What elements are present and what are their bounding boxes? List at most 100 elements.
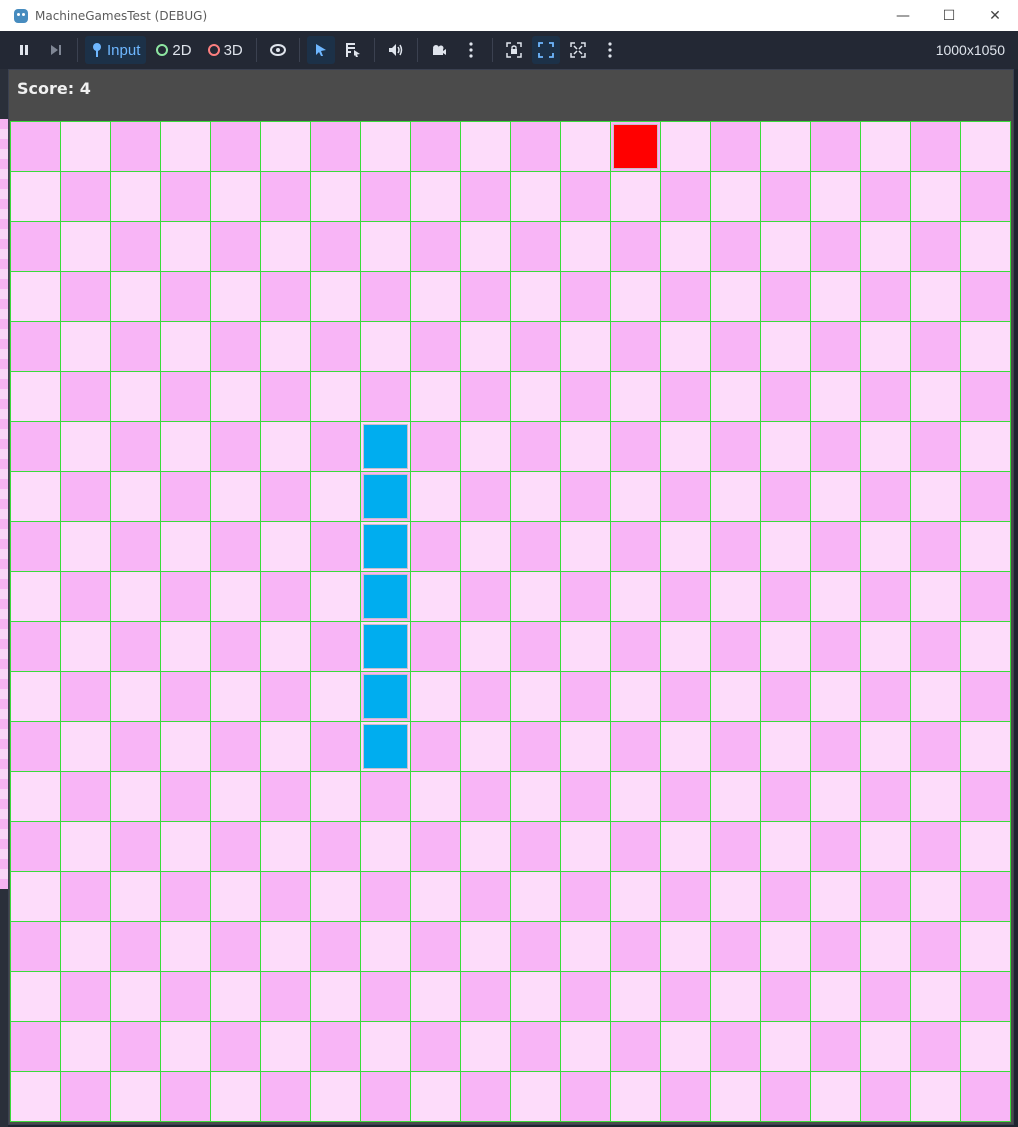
next-frame-button[interactable] — [42, 36, 70, 64]
grid-cell — [861, 372, 910, 421]
grid-cell — [211, 822, 260, 871]
grid-cell — [661, 972, 710, 1021]
grid-cell — [161, 872, 210, 921]
grid-cell — [711, 622, 760, 671]
grid-cell — [861, 522, 910, 571]
speaker-icon — [388, 44, 402, 56]
grid-cell — [11, 572, 60, 621]
mode-3d-button[interactable]: 3D — [202, 36, 249, 64]
grid-cell — [911, 522, 960, 571]
input-toggle-button[interactable]: Input — [85, 36, 147, 64]
list-select-icon — [345, 43, 360, 57]
grid-cell — [861, 972, 910, 1021]
grid-cell — [961, 872, 1010, 921]
grid-cell — [261, 722, 310, 771]
grid-cell — [461, 572, 510, 621]
grid-cell — [311, 872, 360, 921]
grid-cell — [161, 372, 210, 421]
lock-frame-icon — [506, 42, 522, 58]
grid-cell — [911, 922, 960, 971]
grid-cell — [861, 422, 910, 471]
visibility-button[interactable] — [264, 36, 292, 64]
embed-lock-button[interactable] — [500, 36, 528, 64]
grid-cell — [711, 722, 760, 771]
grid-cell — [911, 1022, 960, 1071]
grid-cell — [461, 872, 510, 921]
grid-cell — [911, 822, 960, 871]
grid-cell — [661, 122, 710, 171]
eye-icon — [269, 44, 286, 56]
grid-cell — [311, 922, 360, 971]
grid-cell — [11, 922, 60, 971]
food-block — [613, 124, 658, 169]
grid-cell — [811, 1072, 860, 1121]
grid-cell — [61, 622, 110, 671]
grid-cell — [411, 822, 460, 871]
grid-cell — [11, 272, 60, 321]
snake-head — [363, 424, 408, 469]
grid-cell — [861, 572, 910, 621]
grid-cell — [261, 972, 310, 1021]
grid-cell — [711, 272, 760, 321]
grid-cell — [861, 722, 910, 771]
grid-cell — [761, 322, 810, 371]
grid-cell — [711, 322, 760, 371]
grid-cell — [311, 772, 360, 821]
close-button[interactable]: ✕ — [972, 0, 1018, 31]
grid-cell — [711, 922, 760, 971]
grid-cell — [111, 422, 160, 471]
grid-cell — [511, 172, 560, 221]
minimize-button[interactable]: — — [880, 0, 926, 31]
grid-cell — [61, 372, 110, 421]
grid-cell — [311, 822, 360, 871]
grid-cell — [711, 122, 760, 171]
grid-cell — [161, 822, 210, 871]
grid-cell — [411, 872, 460, 921]
grid-cell — [661, 872, 710, 921]
grid-cell — [961, 522, 1010, 571]
grid-cell — [561, 722, 610, 771]
list-select-button[interactable] — [339, 36, 367, 64]
grid-cell — [261, 772, 310, 821]
grid-cell — [361, 1022, 410, 1071]
grid-cell — [311, 272, 360, 321]
toolbar-separator — [298, 38, 300, 62]
joystick-icon — [93, 43, 101, 57]
stretch-button[interactable] — [531, 36, 560, 64]
grid-cell — [11, 222, 60, 271]
camera-override-button[interactable] — [425, 36, 453, 64]
grid-cell — [511, 1022, 560, 1071]
grid-cell — [161, 672, 210, 721]
camera-options-button[interactable] — [457, 36, 485, 64]
grid-cell — [211, 622, 260, 671]
grid-cell — [911, 222, 960, 271]
grid-cell — [161, 722, 210, 771]
grid-cell — [661, 222, 710, 271]
grid-cell — [61, 772, 110, 821]
game-board[interactable] — [10, 121, 1011, 1122]
audio-button[interactable] — [382, 36, 410, 64]
grid-cell — [911, 1072, 960, 1121]
grid-cell — [61, 822, 110, 871]
select-tool-button[interactable] — [306, 36, 335, 64]
grid-cell — [761, 972, 810, 1021]
pause-button[interactable] — [10, 36, 38, 64]
grid-cell — [761, 622, 810, 671]
grid-cell — [611, 422, 660, 471]
mode-2d-button[interactable]: 2D — [150, 36, 197, 64]
fullscreen-button[interactable] — [564, 36, 592, 64]
grid-cell — [161, 572, 210, 621]
grid-cell — [111, 772, 160, 821]
grid-cell — [961, 572, 1010, 621]
grid-cell — [61, 1072, 110, 1121]
grid-cell — [611, 972, 660, 1021]
grid-cell — [861, 1022, 910, 1071]
embed-options-button[interactable] — [596, 36, 624, 64]
grid-cell — [861, 322, 910, 371]
grid-cell — [561, 872, 610, 921]
grid-cell — [911, 772, 960, 821]
grid-cell — [461, 122, 510, 171]
grid-cell — [861, 922, 910, 971]
grid-cell — [211, 572, 260, 621]
maximize-button[interactable]: ☐ — [926, 0, 972, 31]
